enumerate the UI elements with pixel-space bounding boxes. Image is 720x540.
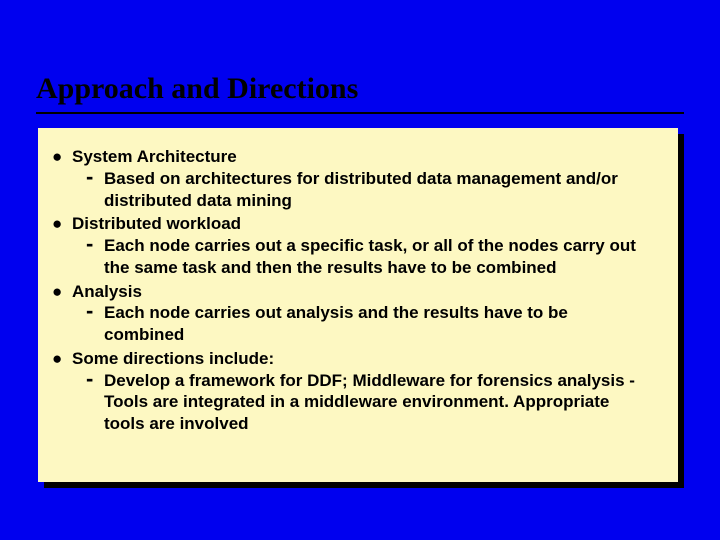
content-box: ● System Architecture - Based on archite… bbox=[38, 128, 678, 482]
list-subitem-text: Based on architectures for distributed d… bbox=[104, 168, 652, 212]
list-subitem: - Each node carries out analysis and the… bbox=[86, 302, 652, 346]
bullet-icon: ● bbox=[52, 213, 72, 235]
list-subitem-text: Develop a framework for DDF; Middleware … bbox=[104, 370, 652, 435]
dash-icon: - bbox=[86, 369, 104, 434]
list-item-label: Distributed workload bbox=[72, 213, 652, 235]
title-underline bbox=[36, 112, 684, 114]
list-item-label: Analysis bbox=[72, 281, 652, 303]
bullet-icon: ● bbox=[52, 146, 72, 168]
list-item: ● Analysis bbox=[52, 281, 652, 303]
list-subitem: - Develop a framework for DDF; Middlewar… bbox=[86, 370, 652, 435]
list-item-label: System Architecture bbox=[72, 146, 652, 168]
list-subitem: - Based on architectures for distributed… bbox=[86, 168, 652, 212]
dash-icon: - bbox=[86, 234, 104, 278]
list-subitem-text: Each node carries out a specific task, o… bbox=[104, 235, 652, 279]
bullet-icon: ● bbox=[52, 281, 72, 303]
list-subitem-text: Each node carries out analysis and the r… bbox=[104, 302, 652, 346]
slide: Approach and Directions ● System Archite… bbox=[0, 0, 720, 540]
dash-icon: - bbox=[86, 167, 104, 211]
list-item: ● Some directions include: bbox=[52, 348, 652, 370]
slide-title: Approach and Directions bbox=[36, 72, 358, 106]
list-item: ● Distributed workload bbox=[52, 213, 652, 235]
bullet-icon: ● bbox=[52, 348, 72, 370]
list-item: ● System Architecture bbox=[52, 146, 652, 168]
list-subitem: - Each node carries out a specific task,… bbox=[86, 235, 652, 279]
list-item-label: Some directions include: bbox=[72, 348, 652, 370]
dash-icon: - bbox=[86, 301, 104, 345]
